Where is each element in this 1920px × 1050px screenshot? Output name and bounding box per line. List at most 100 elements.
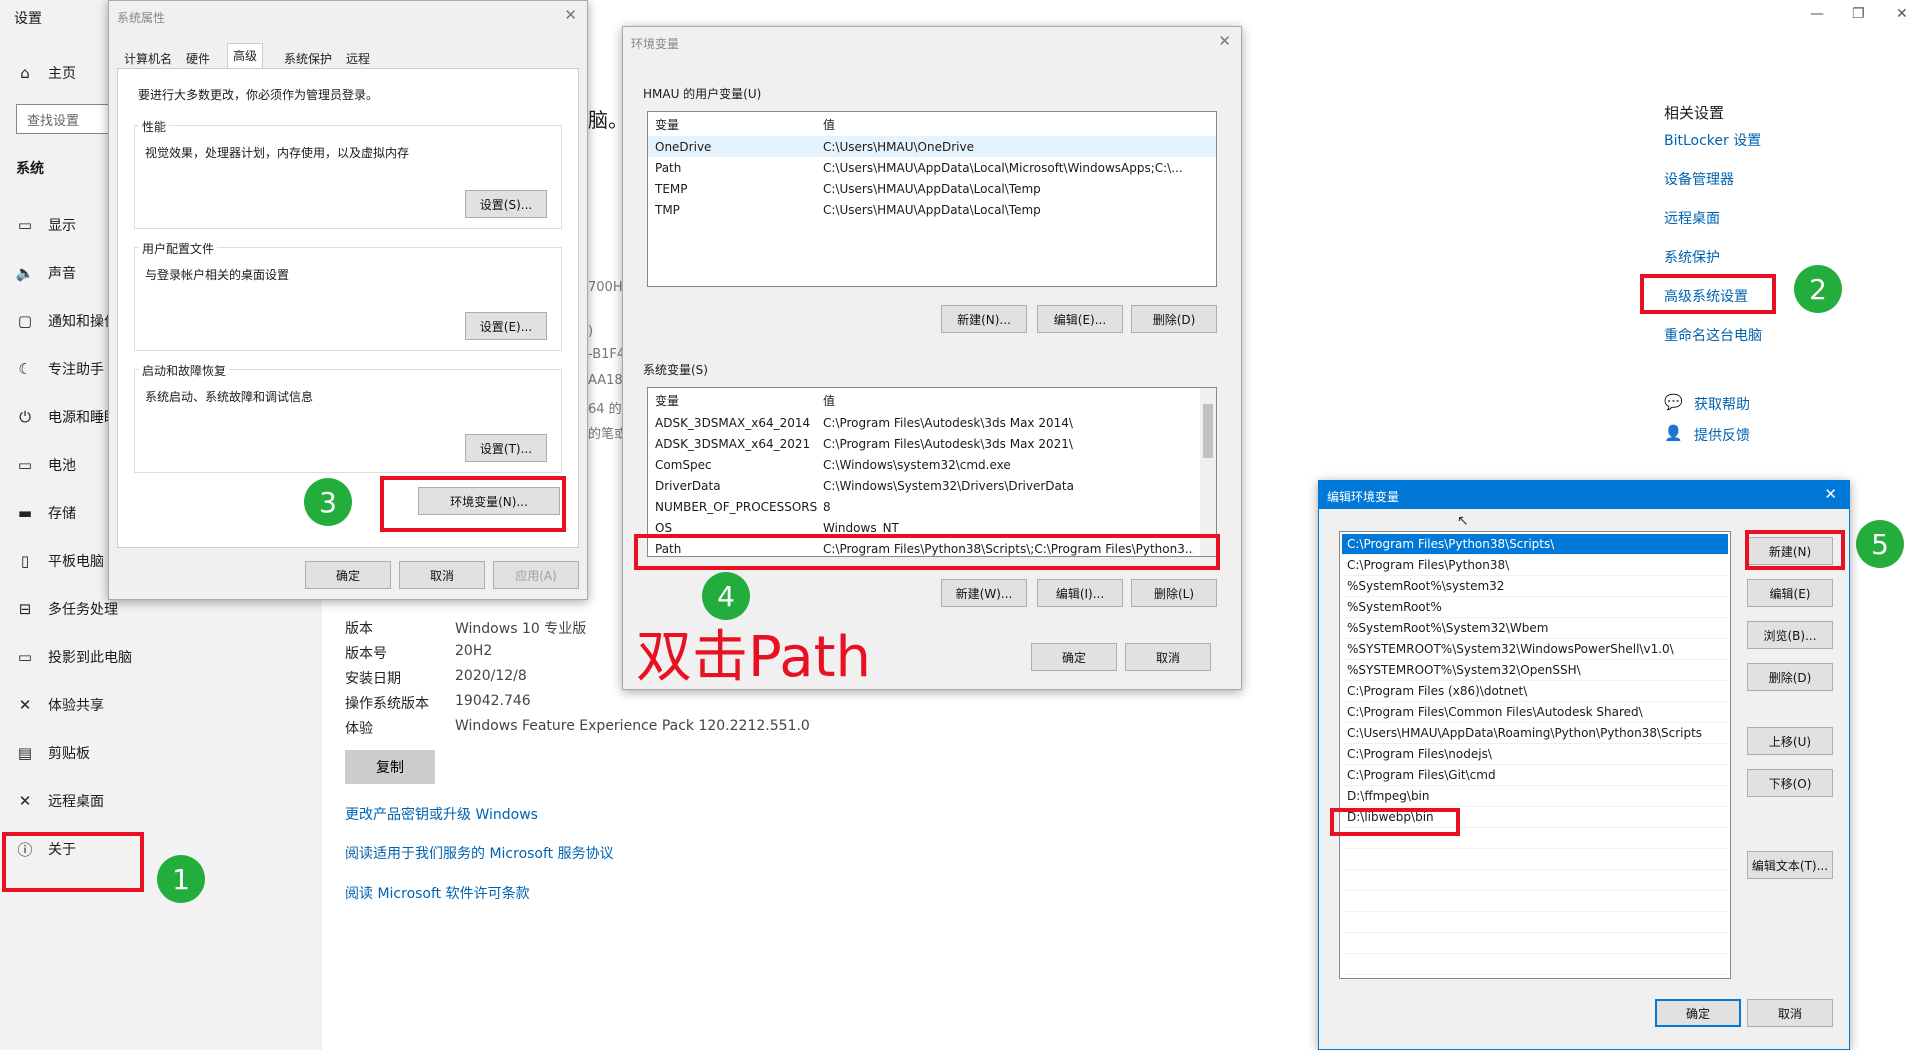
cancel-button[interactable]: 取消 xyxy=(399,561,485,589)
rename-pc-link[interactable]: 重命名这台电脑 xyxy=(1664,325,1762,345)
empty-row[interactable] xyxy=(1342,828,1728,849)
system-var-row[interactable]: NUMBER_OF_PROCESSORS 8 xyxy=(648,496,1200,517)
tab-system-protection[interactable]: 系统保护 xyxy=(279,47,337,69)
user-var-row[interactable]: TEMP C:\Users\HMAU\AppData\Local\Temp xyxy=(648,178,1216,199)
user-new-button[interactable]: 新建(N)... xyxy=(941,305,1027,333)
browse-button[interactable]: 浏览(B)... xyxy=(1747,621,1833,649)
var-name: TEMP xyxy=(655,181,688,196)
system-edit-button[interactable]: 编辑(I)... xyxy=(1037,579,1123,607)
edit-text-button[interactable]: 编辑文本(T)... xyxy=(1747,851,1833,879)
col-header-value[interactable]: 值 xyxy=(823,392,835,409)
tab-remote[interactable]: 远程 xyxy=(341,47,375,69)
tab-computer-name[interactable]: 计算机名 xyxy=(119,47,177,69)
feedback-link[interactable]: 提供反馈 xyxy=(1694,425,1750,445)
ok-button[interactable]: 确定 xyxy=(1031,643,1117,671)
close-icon[interactable]: ✕ xyxy=(564,6,577,24)
system-var-row[interactable]: ADSK_3DSMAX_x64_2021 C:\Program Files\Aut… xyxy=(648,433,1200,454)
tab-hardware[interactable]: 硬件 xyxy=(181,47,215,69)
performance-settings-button[interactable]: 设置(S)... xyxy=(465,190,547,218)
empty-row[interactable] xyxy=(1342,870,1728,891)
user-var-row[interactable]: OneDrive C:\Users\HMAU\OneDrive xyxy=(648,136,1216,157)
user-var-row[interactable]: Path C:\Users\HMAU\AppData\Local\Microsof… xyxy=(648,157,1216,178)
dialog-title: 环境变量 xyxy=(631,37,680,51)
tablet-icon: ▯ xyxy=(20,552,30,570)
path-entry[interactable]: C:\Program Files\Git\cmd xyxy=(1342,765,1728,786)
empty-row[interactable] xyxy=(1342,954,1728,975)
service-agreement-link[interactable]: 阅读适用于我们服务的 Microsoft 服务协议 xyxy=(345,843,614,863)
user-edit-button[interactable]: 编辑(E)... xyxy=(1037,305,1123,333)
change-product-key-link[interactable]: 更改产品密钥或升级 Windows xyxy=(345,804,538,824)
cancel-button[interactable]: 取消 xyxy=(1747,999,1833,1027)
scrollbar-thumb[interactable] xyxy=(1203,404,1213,458)
advanced-system-settings-link[interactable]: 高级系统设置 xyxy=(1664,286,1748,306)
minimize-icon[interactable]: — xyxy=(1810,6,1824,22)
license-terms-link[interactable]: 阅读 Microsoft 软件许可条款 xyxy=(345,883,530,903)
path-entry[interactable]: C:\Program Files\Common Files\Autodesk S… xyxy=(1342,702,1728,723)
system-delete-button[interactable]: 删除(L) xyxy=(1131,579,1217,607)
var-value: C:\Windows\system32\cmd.exe xyxy=(823,457,1011,472)
path-entry[interactable]: C:\Users\HMAU\AppData\Roaming\Python\Pyt… xyxy=(1342,723,1728,744)
path-entry[interactable]: %SystemRoot%\System32\Wbem xyxy=(1342,618,1728,639)
remote-desktop-link[interactable]: 远程桌面 xyxy=(1664,208,1720,228)
system-var-row[interactable]: ADSK_3DSMAX_x64_2014 C:\Program Files\Aut… xyxy=(648,412,1200,433)
new-button[interactable]: 新建(N) xyxy=(1747,537,1833,565)
path-entry[interactable]: %SystemRoot% xyxy=(1342,597,1728,618)
system-new-button[interactable]: 新建(W)... xyxy=(941,579,1027,607)
col-header-variable[interactable]: 变量 xyxy=(655,392,679,409)
empty-row[interactable] xyxy=(1342,933,1728,954)
path-entry[interactable]: %SystemRoot%\system32 xyxy=(1342,576,1728,597)
system-var-row[interactable]: OS Windows_NT xyxy=(648,517,1200,538)
empty-row[interactable] xyxy=(1342,891,1728,912)
sidebar-item-11[interactable]: ▤ 剪贴板 xyxy=(0,730,322,776)
ok-button[interactable]: 确定 xyxy=(1655,999,1741,1027)
startup-recovery-group: 启动和故障恢复 系统启动、系统故障和调试信息 设置(T)... xyxy=(134,362,562,473)
sidebar-item-10[interactable]: ✕ 体验共享 xyxy=(0,682,322,728)
startup-settings-button[interactable]: 设置(T)... xyxy=(465,434,547,462)
close-icon[interactable]: ✕ xyxy=(1218,32,1231,50)
system-var-row[interactable]: DriverData C:\Windows\System32\Drivers\Dr… xyxy=(648,475,1200,496)
sidebar-item-9[interactable]: ▭ 投影到此电脑 xyxy=(0,634,322,680)
device-manager-link[interactable]: 设备管理器 xyxy=(1664,169,1734,189)
close-icon[interactable]: ✕ xyxy=(1824,485,1837,503)
path-entry[interactable]: D:\libwebp\bin xyxy=(1342,807,1728,828)
user-profiles-group: 用户配置文件 与登录帐户相关的桌面设置 设置(E)... xyxy=(134,240,562,351)
path-entries-list[interactable]: C:\Program Files\Python38\Scripts\ C:\Pro… xyxy=(1339,531,1731,979)
system-vars-list[interactable]: 变量 值 ADSK_3DSMAX_x64_2014 C:\Program File… xyxy=(647,387,1217,557)
cancel-button[interactable]: 取消 xyxy=(1125,643,1211,671)
col-header-variable[interactable]: 变量 xyxy=(655,116,679,133)
empty-row[interactable] xyxy=(1342,849,1728,870)
profile-settings-button[interactable]: 设置(E)... xyxy=(465,312,547,340)
col-header-value[interactable]: 值 xyxy=(823,116,835,133)
user-vars-list[interactable]: 变量 值 OneDrive C:\Users\HMAU\OneDrive Path C… xyxy=(647,111,1217,287)
path-entry[interactable]: %SYSTEMROOT%\System32\WindowsPowerShell\… xyxy=(1342,639,1728,660)
path-entry[interactable]: C:\Program Files\Python38\Scripts\ xyxy=(1342,534,1728,555)
apply-button[interactable]: 应用(A) xyxy=(493,561,579,589)
user-delete-button[interactable]: 删除(D) xyxy=(1131,305,1217,333)
path-entry[interactable]: D:\ffmpeg\bin xyxy=(1342,786,1728,807)
path-entry[interactable]: C:\Program Files\nodejs\ xyxy=(1342,744,1728,765)
sidebar-item-12[interactable]: ✕ 远程桌面 xyxy=(0,778,322,824)
copy-button[interactable]: 复制 xyxy=(345,750,435,784)
restore-icon[interactable]: ❐ xyxy=(1852,6,1865,22)
move-down-button[interactable]: 下移(O) xyxy=(1747,769,1833,797)
system-protection-link[interactable]: 系统保护 xyxy=(1664,247,1720,267)
sidebar-item-label: 投影到此电脑 xyxy=(48,650,132,666)
system-var-row[interactable]: Path C:\Program Files\Python38\Scripts\;C… xyxy=(648,538,1200,556)
ok-button[interactable]: 确定 xyxy=(305,561,391,589)
move-up-button[interactable]: 上移(U) xyxy=(1747,727,1833,755)
path-entry[interactable]: C:\Program Files\Python38\ xyxy=(1342,555,1728,576)
bitlocker-link[interactable]: BitLocker 设置 xyxy=(1664,130,1761,150)
tab-advanced[interactable]: 高级 xyxy=(227,43,264,69)
system-var-row[interactable]: ComSpec C:\Windows\system32\cmd.exe xyxy=(648,454,1200,475)
path-entry[interactable]: %SYSTEMROOT%\System32\OpenSSH\ xyxy=(1342,660,1728,681)
user-var-row[interactable]: TMP C:\Users\HMAU\AppData\Local\Temp xyxy=(648,199,1216,220)
scrollbar[interactable] xyxy=(1200,388,1216,556)
empty-row[interactable] xyxy=(1342,912,1728,933)
close-icon[interactable]: ✕ xyxy=(1896,6,1908,22)
search-input[interactable]: 查找设置 xyxy=(16,104,110,134)
get-help-link[interactable]: 获取帮助 xyxy=(1694,394,1750,414)
path-entry[interactable]: C:\Program Files (x86)\dotnet\ xyxy=(1342,681,1728,702)
edit-button[interactable]: 编辑(E) xyxy=(1747,579,1833,607)
delete-button[interactable]: 删除(D) xyxy=(1747,663,1833,691)
environment-variables-button[interactable]: 环境变量(N)... xyxy=(418,487,560,515)
